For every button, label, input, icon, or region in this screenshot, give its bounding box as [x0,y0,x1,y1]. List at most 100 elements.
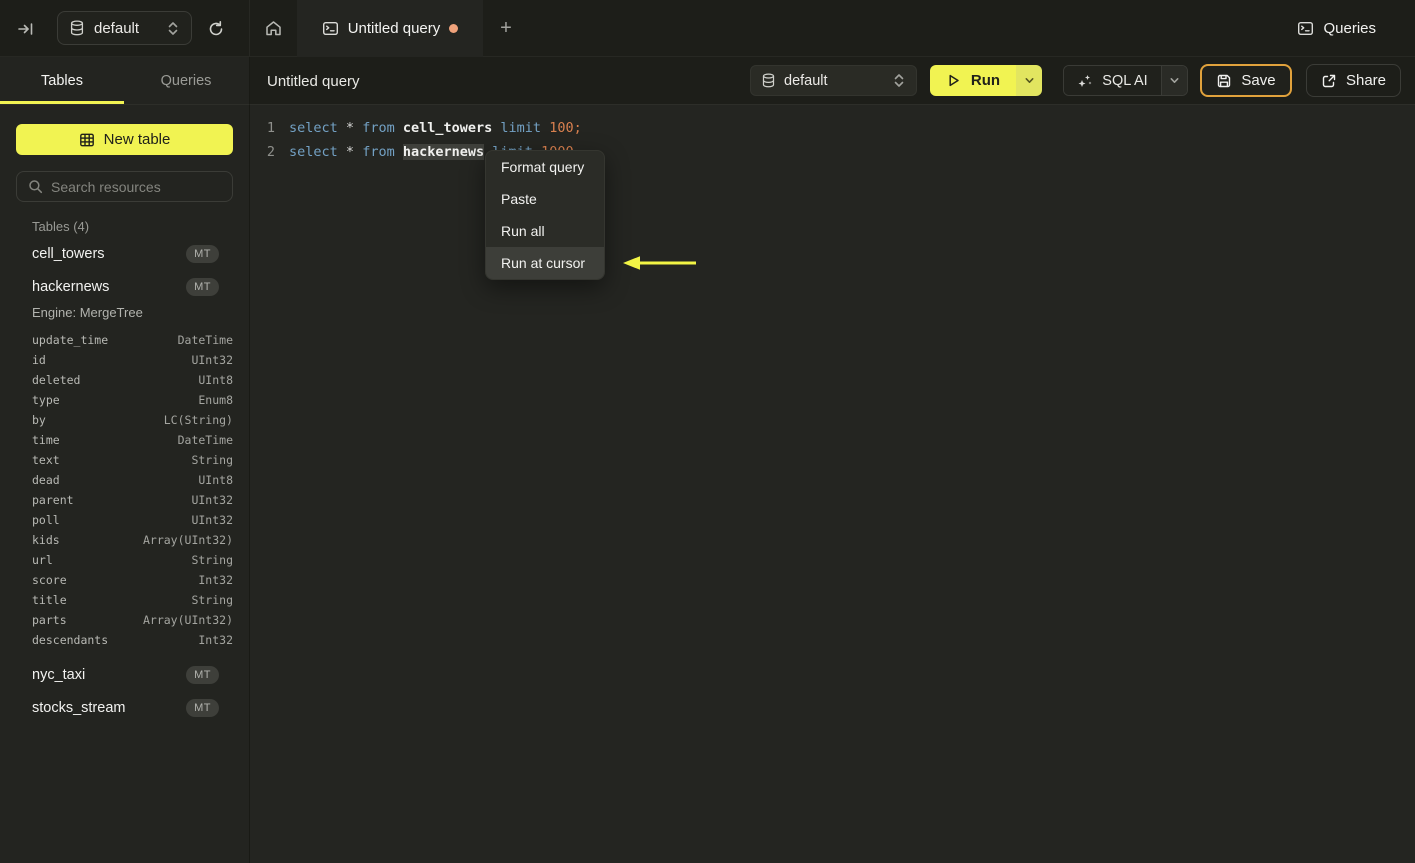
query-toolbar: Untitled query default Run SQL AI Save S… [250,57,1415,105]
column-row: kids Array(UInt32) [32,530,233,550]
code-token: * [345,144,355,160]
sparkles-icon [1077,73,1093,89]
sql-ai-button[interactable]: SQL AI [1064,66,1161,95]
home-button[interactable] [250,0,297,57]
column-row: parent UInt32 [32,490,233,510]
column-name: id [32,353,46,367]
column-row: title String [32,590,233,610]
column-row: poll UInt32 [32,510,233,530]
column-row: score Int32 [32,570,233,590]
sql-console-app: default Untitled query + Queries Tables … [0,0,1415,863]
terminal-icon [322,20,339,37]
menu-item-paste[interactable]: Paste [486,183,604,215]
refresh-button[interactable] [205,18,227,40]
sql-ai-label: SQL AI [1102,72,1148,89]
column-name: poll [32,513,60,527]
column-name: deleted [32,373,81,387]
column-type: Array(UInt32) [142,613,233,627]
queries-button-label: Queries [1323,19,1376,37]
sidebar-tab-tables[interactable]: Tables [0,57,124,105]
code-token: select [289,144,338,160]
new-table-button[interactable]: New table [16,124,233,155]
engine-badge: MT [186,666,219,684]
sidebar-header: Tables Queries [0,57,250,105]
search-input[interactable] [51,178,232,195]
hackernews-columns: update_time DateTime id UInt32 deleted UInt8 t… [32,330,233,650]
tab-label: Untitled query [347,20,441,37]
plus-icon: + [500,17,512,39]
sql-ai-options-button[interactable] [1161,66,1187,95]
chevron-down-icon [1024,75,1035,86]
column-name: by [32,413,46,427]
tab-untitled-query[interactable]: Untitled query [297,0,483,57]
query-title: Untitled query [267,72,360,90]
queries-button[interactable]: Queries [1297,14,1376,42]
database-selector[interactable]: default [57,11,192,45]
save-button[interactable]: Save [1200,64,1292,97]
share-button[interactable]: Share [1306,64,1401,97]
home-icon [264,19,283,38]
column-type: String [191,593,233,607]
share-button-label: Share [1345,72,1387,89]
column-row: dead UInt8 [32,470,233,490]
new-tab-button[interactable]: + [483,0,529,57]
top-bar-left: default [0,0,250,57]
column-type: DateTime [177,433,233,447]
run-options-button[interactable] [1016,65,1042,96]
code-token: cell_towers [402,120,493,136]
terminal-icon [1297,20,1314,37]
column-type: Int32 [198,633,233,647]
code-token: limit [500,120,542,136]
annotation-arrow-icon [620,254,700,272]
updown-chevron-icon [167,21,179,36]
column-name: parts [32,613,67,627]
column-name: type [32,393,60,407]
column-name: url [32,553,53,567]
collapse-sidebar-icon [17,20,35,38]
code-token: * [345,120,355,136]
engine-badge: MT [186,245,219,263]
sidebar-tab-queries[interactable]: Queries [124,57,248,105]
code-token: 100 [549,120,574,136]
column-row: by LC(String) [32,410,233,430]
engine-badge: MT [186,699,219,717]
active-tab-underline [0,101,124,104]
column-name: update_time [32,333,109,347]
table-name: hackernews [32,279,110,295]
table-name: stocks_stream [32,700,126,716]
unsaved-indicator-dot [449,24,459,33]
line-number: 1 [266,120,275,136]
column-row: parts Array(UInt32) [32,610,233,630]
column-type: UInt32 [191,493,233,507]
table-row-hackernews[interactable]: hackernews MT [32,271,219,303]
updown-chevron-icon [893,73,905,88]
search-box [16,171,233,202]
menu-item-format-query[interactable]: Format query [486,151,604,183]
menu-item-run-at-cursor[interactable]: Run at cursor [486,247,604,279]
save-icon [1216,73,1232,89]
column-type: DateTime [177,333,233,347]
database-icon [762,73,775,88]
column-type: UInt8 [198,373,233,387]
run-button[interactable]: Run [930,65,1016,96]
table-row-cell-towers[interactable]: cell_towers MT [32,238,219,270]
column-row: update_time DateTime [32,330,233,350]
sql-editor[interactable]: 1 select * from cell_towers limit 100; 2 se… [250,105,1415,863]
code-token: from [362,144,395,160]
column-type: String [191,553,233,567]
menu-item-run-all[interactable]: Run all [486,215,604,247]
table-row-nyc-taxi[interactable]: nyc_taxi MT [32,659,219,691]
table-row-stocks-stream[interactable]: stocks_stream MT [32,692,219,724]
engine-badge: MT [186,278,219,296]
collapse-sidebar-button[interactable] [16,19,36,39]
column-type: UInt32 [191,513,233,527]
code-token: ; [573,120,582,136]
column-row: type Enum8 [32,390,233,410]
toolbar-database-selector[interactable]: default [750,65,917,96]
